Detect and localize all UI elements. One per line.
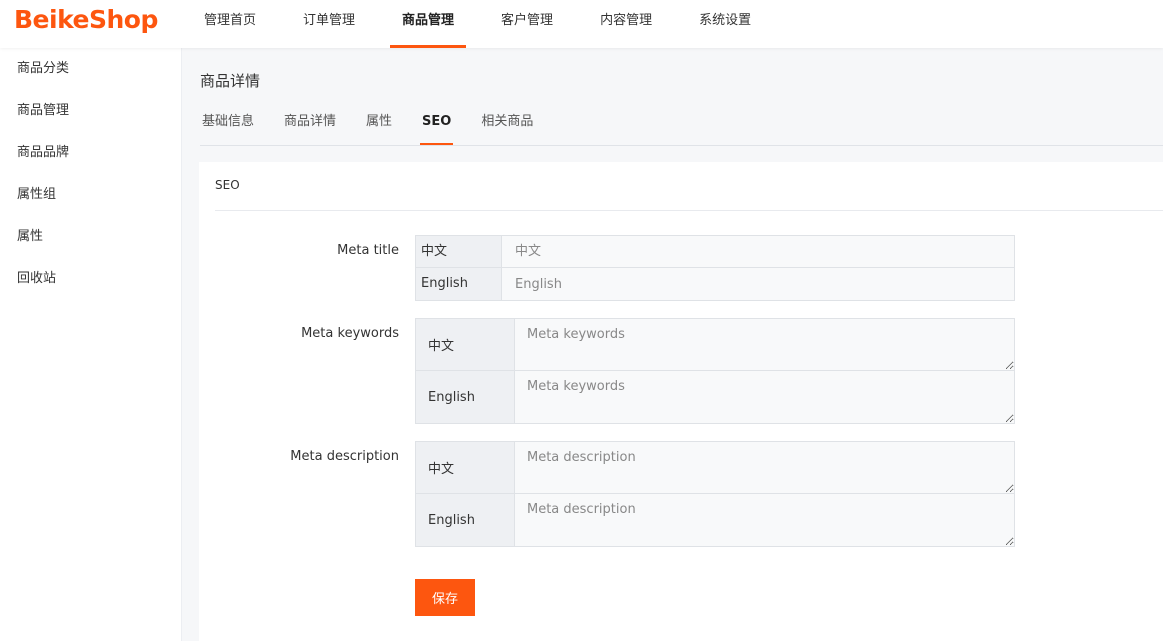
top-nav: 管理首页 订单管理 商品管理 客户管理 内容管理 系统设置 <box>184 0 778 48</box>
meta-keywords-group: 中文 English <box>415 318 1015 424</box>
meta-title-zh-input[interactable] <box>502 236 1014 267</box>
meta-description-en-row: English <box>415 494 1015 547</box>
sidebar: 商品分类 商品管理 商品品牌 属性组 属性 回收站 <box>0 48 182 641</box>
nav-item-products[interactable]: 商品管理 <box>382 0 474 48</box>
tab-product-details[interactable]: 商品详情 <box>282 108 338 145</box>
sidebar-item-products[interactable]: 商品管理 <box>0 90 181 132</box>
meta-description-en-textarea[interactable] <box>515 494 1014 546</box>
lang-prefix-zh: 中文 <box>416 319 515 370</box>
product-tabs: 基础信息 商品详情 属性 SEO 相关商品 <box>200 108 1163 146</box>
sidebar-item-attributes[interactable]: 属性 <box>0 216 181 258</box>
meta-description-label: Meta description <box>290 449 399 464</box>
page-title: 商品详情 <box>200 72 261 90</box>
lang-prefix-en: English <box>416 371 515 423</box>
nav-item-dashboard[interactable]: 管理首页 <box>184 0 276 48</box>
card-divider <box>215 210 1163 211</box>
lang-prefix-en: English <box>416 268 502 300</box>
sidebar-item-recycle-bin[interactable]: 回收站 <box>0 258 181 300</box>
card-title: SEO <box>215 178 240 192</box>
meta-description-zh-textarea[interactable] <box>515 442 1014 493</box>
tab-related-products[interactable]: 相关商品 <box>479 108 535 145</box>
meta-keywords-label: Meta keywords <box>301 326 399 341</box>
meta-title-group: 中文 English <box>415 235 1015 301</box>
lang-prefix-zh: 中文 <box>416 236 502 267</box>
meta-title-label: Meta title <box>337 243 399 258</box>
sidebar-item-attribute-groups[interactable]: 属性组 <box>0 174 181 216</box>
sidebar-item-categories[interactable]: 商品分类 <box>0 48 181 90</box>
meta-keywords-zh-row: 中文 <box>415 318 1015 371</box>
meta-keywords-en-textarea[interactable] <box>515 371 1014 423</box>
meta-description-group: 中文 English <box>415 441 1015 547</box>
lang-prefix-en: English <box>416 494 515 546</box>
meta-keywords-zh-textarea[interactable] <box>515 319 1014 370</box>
main-content: 商品详情 基础信息 商品详情 属性 SEO 相关商品 SEO Meta titl… <box>183 48 1163 641</box>
tab-seo[interactable]: SEO <box>420 108 454 145</box>
sidebar-item-brands[interactable]: 商品品牌 <box>0 132 181 174</box>
meta-title-en-input[interactable] <box>502 268 1014 300</box>
tab-basic-info[interactable]: 基础信息 <box>200 108 256 145</box>
nav-item-settings[interactable]: 系统设置 <box>679 0 771 48</box>
tab-attributes[interactable]: 属性 <box>364 108 394 145</box>
nav-item-customers[interactable]: 客户管理 <box>481 0 573 48</box>
meta-description-zh-row: 中文 <box>415 441 1015 494</box>
brand-logo[interactable]: BeikeShop <box>14 5 158 34</box>
save-button[interactable]: 保存 <box>415 579 475 616</box>
nav-item-orders[interactable]: 订单管理 <box>283 0 375 48</box>
lang-prefix-zh: 中文 <box>416 442 515 493</box>
meta-title-en-row: English <box>415 268 1015 301</box>
nav-item-content[interactable]: 内容管理 <box>580 0 672 48</box>
meta-title-zh-row: 中文 <box>415 235 1015 268</box>
top-header: BeikeShop 管理首页 订单管理 商品管理 客户管理 内容管理 系统设置 <box>0 0 1163 48</box>
meta-keywords-en-row: English <box>415 371 1015 424</box>
seo-card: SEO Meta title 中文 English Meta keywords … <box>199 162 1163 641</box>
